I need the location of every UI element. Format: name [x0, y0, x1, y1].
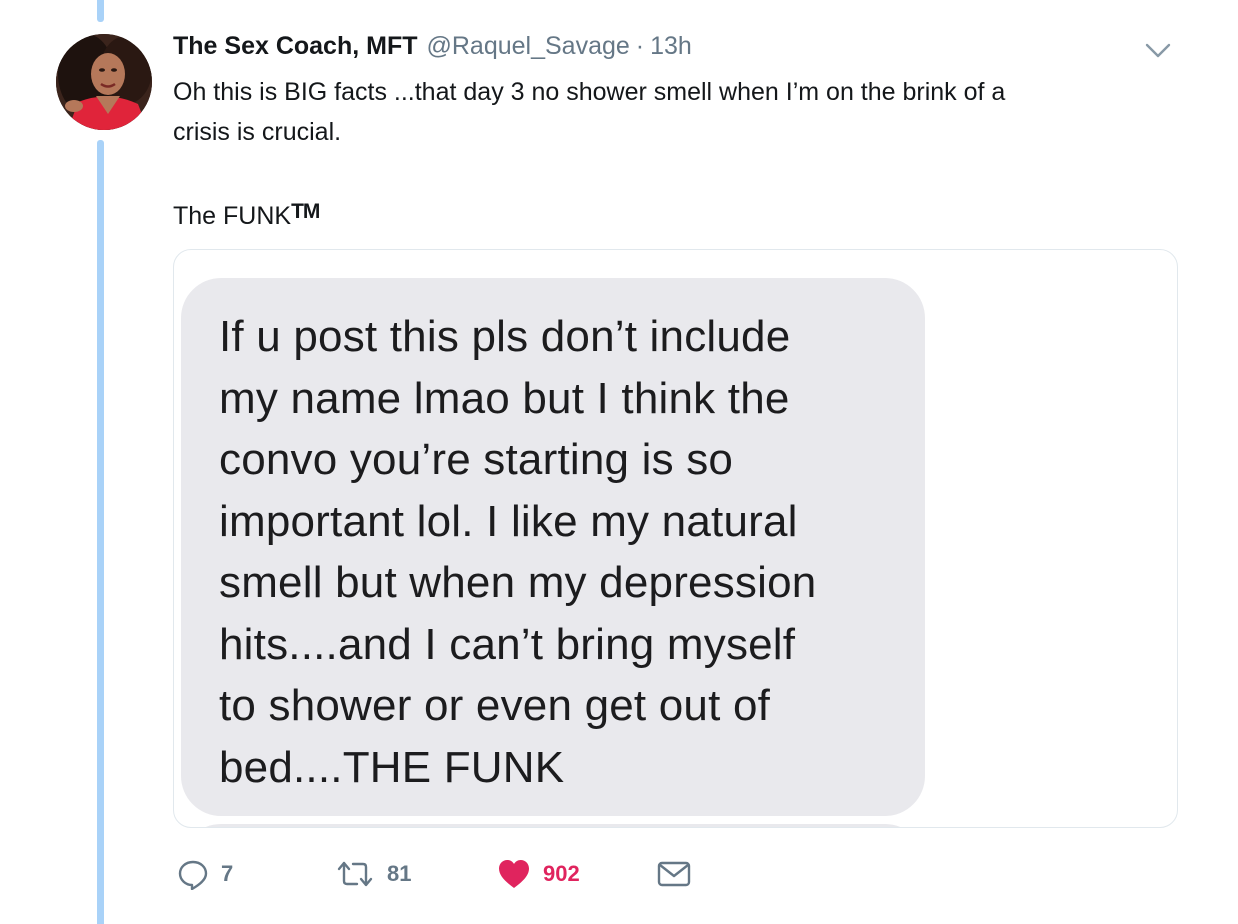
media-card[interactable]: If u post this pls don’t include my name… — [173, 249, 1178, 828]
thread-connector-line[interactable] — [97, 140, 104, 924]
direct-message-button[interactable] — [657, 852, 691, 896]
message-line: smell but when my depression — [219, 558, 817, 607]
envelope-icon — [657, 861, 691, 887]
tweet-text: Oh this is BIG facts ...that day 3 no sh… — [173, 72, 1163, 236]
header-separator: · — [635, 32, 645, 60]
avatar[interactable] — [56, 34, 152, 130]
trademark-symbol: TM — [291, 200, 320, 223]
reply-button[interactable]: 7 — [177, 852, 233, 896]
retweet-button[interactable]: 81 — [335, 852, 411, 896]
heart-icon — [499, 860, 529, 888]
message-line: important lol. I like my natural — [219, 496, 798, 546]
like-button[interactable]: 902 — [497, 852, 580, 896]
reply-icon — [178, 860, 208, 890]
message-line: bed....THE FUNK — [219, 742, 565, 792]
message-bubble: If u post this pls don’t include my name… — [181, 278, 925, 816]
author-handle[interactable]: @Raquel_Savage — [426, 32, 629, 61]
tweet-actions: 7 81 902 — [173, 852, 1173, 896]
tweet-timestamp[interactable]: 13h — [650, 32, 692, 61]
message-line: my name lmao but I think the — [219, 373, 790, 423]
retweet-icon — [337, 861, 373, 887]
thread-connector-line-top — [97, 0, 104, 22]
author-display-name[interactable]: The Sex Coach, MFT — [173, 32, 417, 61]
tweet-menu-button[interactable] — [1142, 38, 1174, 62]
tweet-text-line: Oh this is BIG facts ...that day 3 no sh… — [173, 78, 1006, 106]
tweet-page: The Sex Coach, MFT @Raquel_Savage · 13h … — [0, 0, 1238, 924]
message-line: convo you’re starting is so — [219, 435, 734, 484]
funk-text: The FUNK — [173, 202, 292, 230]
tweet-text-line: The FUNKTM — [173, 192, 1163, 236]
tweet-text-line: crisis is crucial. — [173, 118, 342, 146]
message-line: hits....and I can’t bring myself — [219, 619, 796, 669]
message-text: If u post this pls don’t include my name… — [219, 306, 919, 798]
chevron-down-icon — [1145, 43, 1171, 58]
message-line: If u post this pls don’t include — [219, 312, 791, 361]
like-count: 902 — [543, 861, 580, 886]
profile-photo-icon — [56, 34, 152, 130]
reply-count: 7 — [221, 861, 234, 886]
tweet-header: The Sex Coach, MFT @Raquel_Savage · 13h — [173, 32, 692, 64]
next-message-bubble — [181, 824, 925, 827]
message-line: to shower or even get out of — [219, 681, 771, 730]
retweet-count: 81 — [387, 861, 412, 886]
